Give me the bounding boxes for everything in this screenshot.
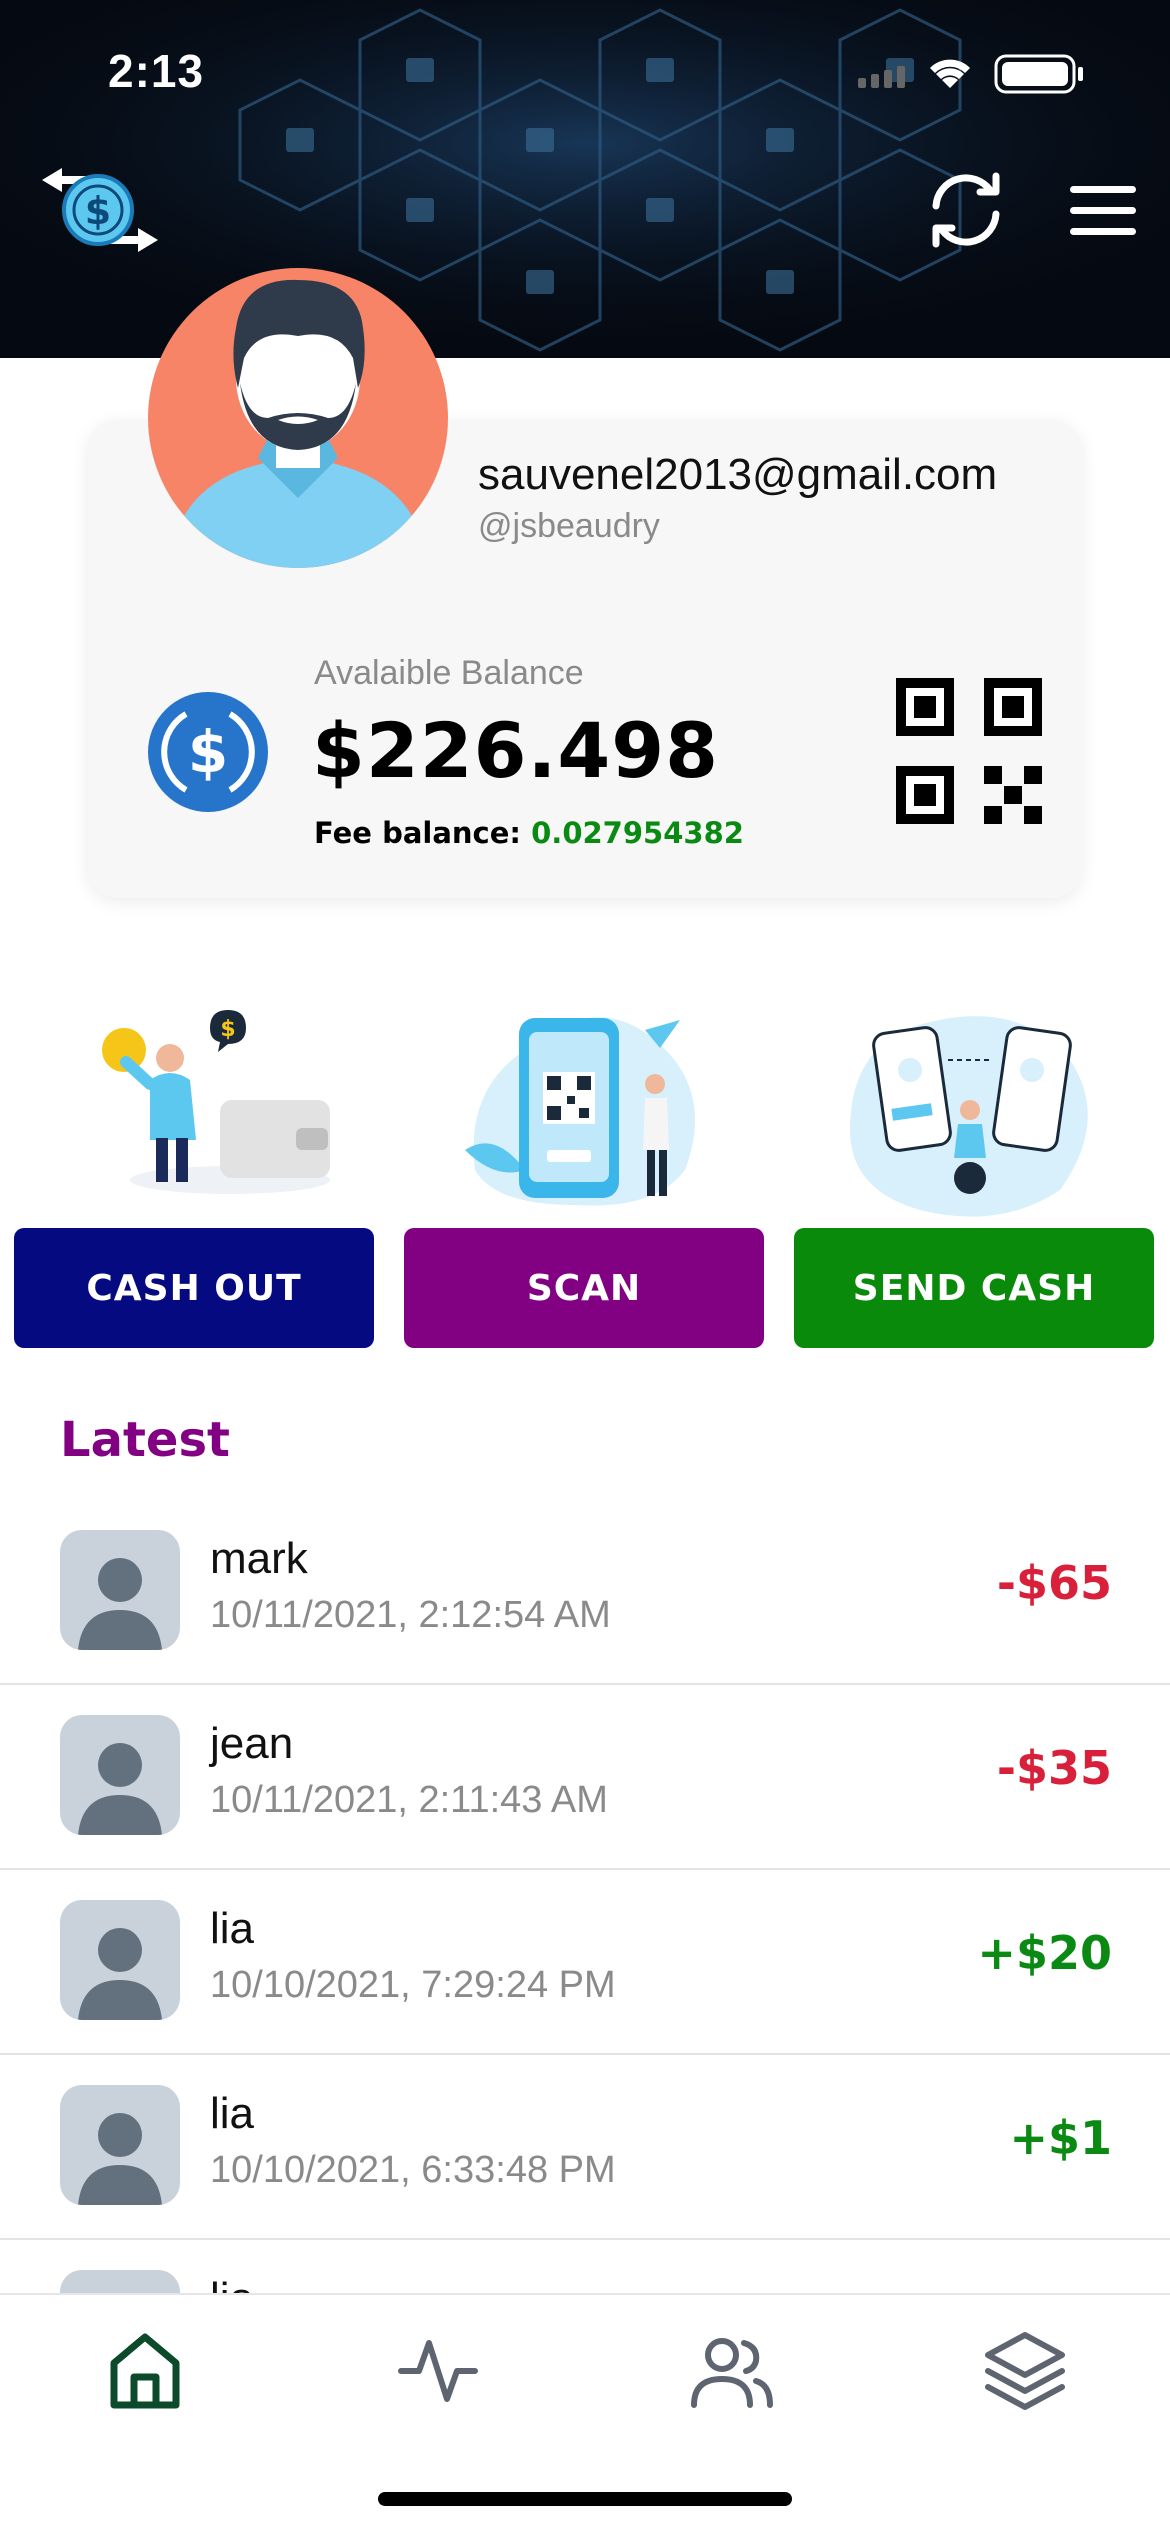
user-avatar-icon [60,2085,180,2205]
fee-value: 0.027954382 [531,816,744,850]
home-icon[interactable] [100,2325,190,2415]
cellular-signal-icon [858,66,905,88]
transaction-list[interactable]: mark 10/11/2021, 2:12:54 AM -$65 jean 10… [0,1500,1170,2293]
activity-icon[interactable] [393,2325,483,2415]
status-bar: 2:13 [0,0,1170,140]
transaction-name: lia [210,1904,255,1953]
status-icons [858,54,1083,94]
user-avatar-icon [60,1715,180,1835]
latest-section-title: Latest [60,1412,230,1468]
transaction-name: lia [210,2274,254,2293]
user-avatar-icon [60,1530,180,1650]
wifi-icon [930,59,970,88]
transaction-amount: -$65 [996,1556,1112,1610]
balance-amount: $226.498 [312,706,720,795]
balance-label: Avalaible Balance [314,654,584,692]
refresh-icon[interactable] [924,170,1008,250]
hamburger-menu-icon[interactable] [1066,178,1140,242]
scan-illustration [465,1017,695,1206]
transaction-name: mark [210,1534,308,1583]
cash-out-illustration: $ [102,1010,330,1194]
usdc-coin-icon: $ [148,692,268,812]
fee-balance: Fee balance: 0.027954382 [314,816,744,850]
user-avatar-icon [60,1900,180,2020]
transaction-date: 10/11/2021, 2:11:43 AM [210,1779,608,1821]
header-banner: 2:13 $ [0,0,1170,358]
transaction-row[interactable]: lia 10/10/2021, 7:29:24 PM +$20 [0,1870,1170,2055]
profile-handle: @jsbeaudry [478,507,660,545]
transaction-row[interactable]: jean 10/11/2021, 2:11:43 AM -$35 [0,1685,1170,1870]
qr-code-icon[interactable] [896,678,1042,824]
transaction-name: lia [210,2089,255,2138]
transaction-date: 10/10/2021, 7:29:24 PM [210,1964,616,2006]
status-time: 2:13 [108,45,205,97]
layers-icon[interactable] [980,2325,1070,2415]
send-cash-button[interactable]: SEND CASH [794,1228,1154,1348]
transaction-row[interactable]: mark 10/11/2021, 2:12:54 AM -$65 [0,1500,1170,1685]
transaction-date: 10/10/2021, 6:33:48 PM [210,2149,616,2191]
svg-text:$: $ [220,1017,235,1042]
app-logo-icon: $ [42,168,158,252]
users-icon[interactable] [686,2325,776,2415]
svg-text:$: $ [85,189,111,233]
transaction-date: 10/11/2021, 2:12:54 AM [210,1594,611,1636]
profile-email: sauvenel2013@gmail.com [478,450,998,499]
transaction-row[interactable]: lia [0,2240,1170,2293]
cash-out-button[interactable]: CASH OUT [14,1228,374,1348]
home-indicator [378,2492,792,2506]
transaction-amount: -$35 [996,1741,1112,1795]
fee-label: Fee balance: [314,816,522,850]
transaction-name: jean [210,1719,294,1768]
send-cash-illustration [850,1016,1088,1217]
profile-avatar[interactable] [148,268,448,568]
user-avatar-icon [60,2270,180,2293]
battery-icon [994,54,1083,94]
person-avatar-icon [168,279,428,568]
scan-button[interactable]: SCAN [404,1228,764,1348]
transaction-amount: +$1 [1009,2111,1112,2165]
transaction-amount: +$20 [977,1926,1112,1980]
transaction-row[interactable]: lia 10/10/2021, 6:33:48 PM +$1 [0,2055,1170,2240]
svg-text:$: $ [188,718,228,786]
